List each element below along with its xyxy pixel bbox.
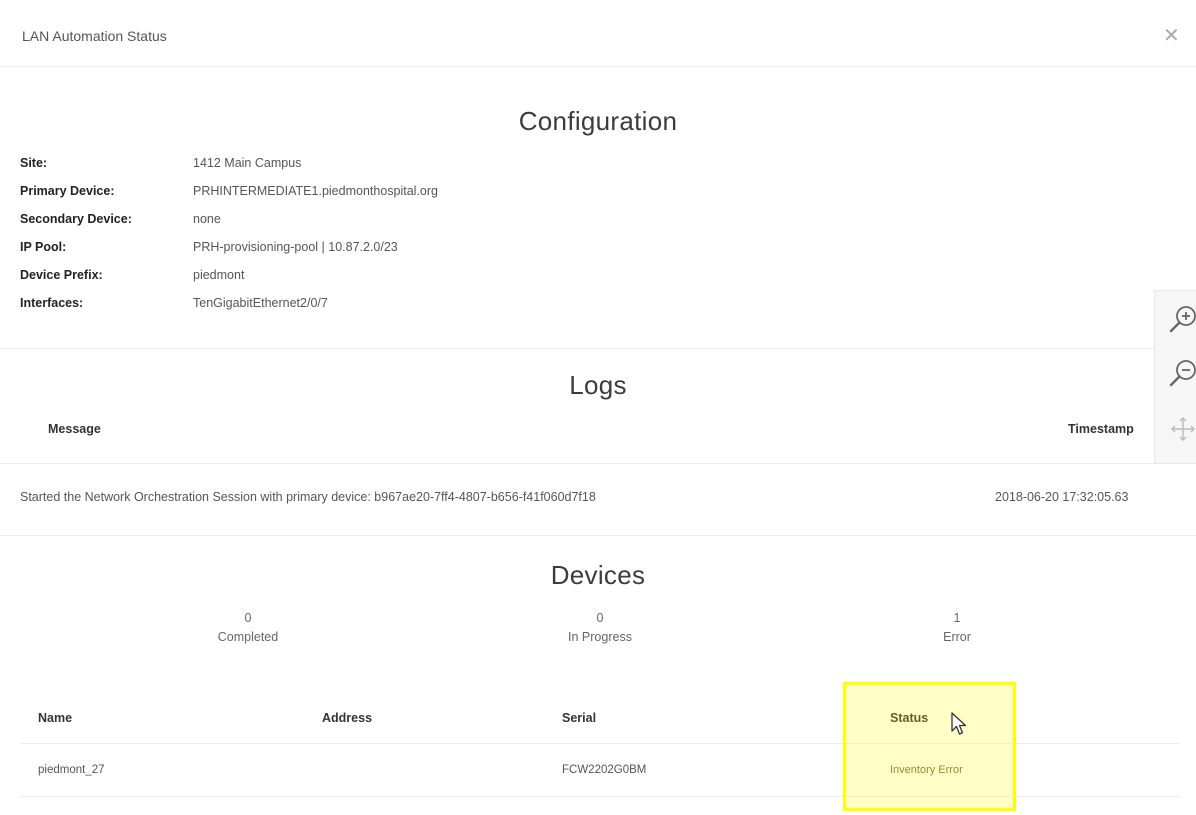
device-serial: FCW2202G0BM bbox=[562, 764, 647, 776]
config-value: none bbox=[193, 212, 221, 226]
logs-column-message[interactable]: Message bbox=[48, 422, 101, 436]
logs-column-timestamp[interactable]: Timestamp bbox=[1068, 422, 1134, 436]
devices-column-address[interactable]: Address bbox=[322, 711, 372, 725]
zoom-out-icon[interactable] bbox=[1166, 356, 1196, 390]
configuration-divider bbox=[0, 348, 1160, 349]
zoom-in-icon[interactable] bbox=[1166, 302, 1196, 336]
config-label: IP Pool: bbox=[20, 240, 67, 254]
config-label: Device Prefix: bbox=[20, 268, 103, 282]
mouse-cursor-icon bbox=[951, 712, 967, 735]
config-row-ip-pool: IP Pool: PRH-provisioning-pool | 10.87.2… bbox=[20, 240, 720, 262]
config-row-site: Site: 1412 Main Campus bbox=[20, 156, 720, 178]
stat-error: 1 Error bbox=[877, 609, 1037, 647]
config-value: TenGigabitEthernet2/0/7 bbox=[193, 296, 328, 310]
stat-count: 1 bbox=[953, 611, 961, 625]
devices-column-serial[interactable]: Serial bbox=[562, 711, 596, 725]
device-name: piedmont_27 bbox=[38, 764, 105, 776]
status-highlight-box bbox=[843, 682, 1016, 811]
devices-column-name[interactable]: Name bbox=[38, 711, 72, 725]
logs-divider bbox=[0, 535, 1196, 536]
log-message: Started the Network Orchestration Sessio… bbox=[20, 490, 596, 504]
configuration-title: Configuration bbox=[518, 106, 678, 136]
log-timestamp: 2018-06-20 17:32:05.63 bbox=[995, 490, 1129, 504]
close-icon[interactable]: ✕ bbox=[1163, 26, 1180, 46]
config-label: Secondary Device: bbox=[20, 212, 132, 226]
config-value: PRHINTERMEDIATE1.piedmonthospital.org bbox=[193, 184, 438, 198]
config-label: Primary Device: bbox=[20, 184, 115, 198]
config-row-primary-device: Primary Device: PRHINTERMEDIATE1.piedmon… bbox=[20, 184, 720, 206]
logs-title: Logs bbox=[569, 370, 627, 400]
stat-completed: 0 Completed bbox=[168, 609, 328, 647]
config-label: Interfaces: bbox=[20, 296, 84, 310]
header-divider bbox=[0, 66, 1196, 67]
config-value: PRH-provisioning-pool | 10.87.2.0/23 bbox=[193, 240, 398, 254]
stat-label: Completed bbox=[217, 630, 279, 644]
dialog-title: LAN Automation Status bbox=[22, 28, 167, 44]
stat-in-progress: 0 In Progress bbox=[520, 609, 680, 647]
devices-title: Devices bbox=[550, 560, 646, 590]
stat-count: 0 bbox=[596, 611, 604, 625]
config-value: 1412 Main Campus bbox=[193, 156, 302, 170]
config-row-interfaces: Interfaces: TenGigabitEthernet2/0/7 bbox=[20, 296, 720, 318]
config-row-secondary-device: Secondary Device: none bbox=[20, 212, 720, 234]
stat-label: Error bbox=[943, 630, 971, 644]
stat-count: 0 bbox=[244, 611, 252, 625]
table-row[interactable]: piedmont_27 FCW2202G0BM Inventory Error bbox=[0, 744, 1196, 796]
logs-header-divider bbox=[0, 463, 1196, 464]
move-fit-icon[interactable] bbox=[1166, 412, 1196, 446]
config-label: Site: bbox=[20, 156, 48, 170]
config-value: piedmont bbox=[193, 268, 245, 282]
config-row-device-prefix: Device Prefix: piedmont bbox=[20, 268, 720, 290]
stat-label: In Progress bbox=[568, 630, 632, 644]
